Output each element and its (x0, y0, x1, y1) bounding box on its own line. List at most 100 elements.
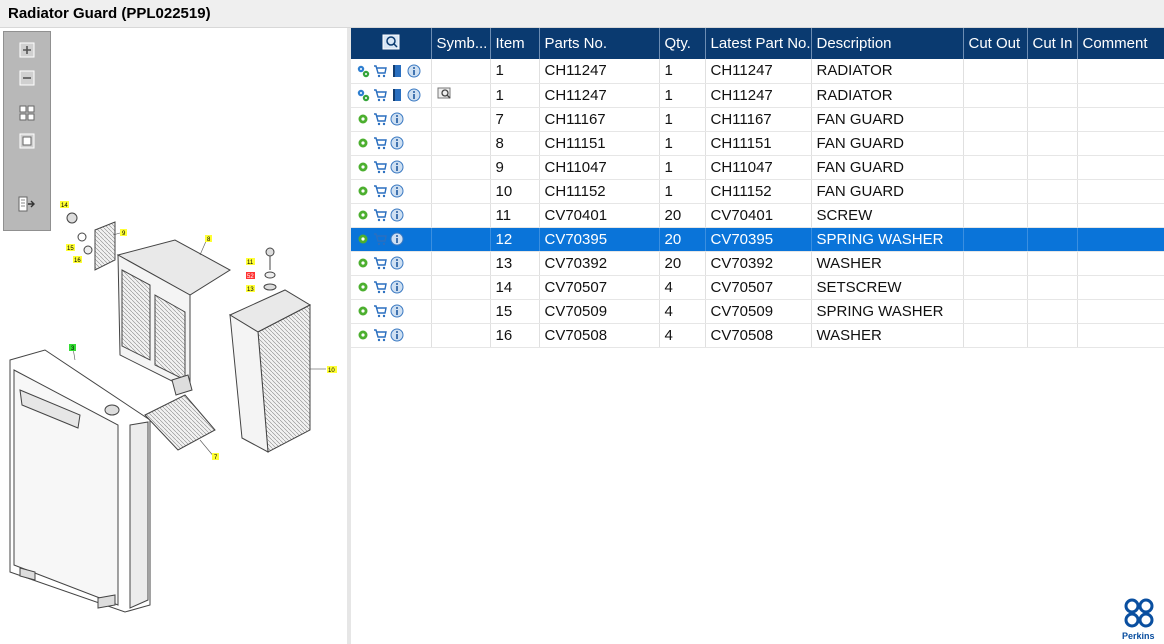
zoom-out-button[interactable] (17, 68, 37, 88)
column-header-parts-no[interactable]: Parts No. (539, 28, 660, 59)
zoom-in-button[interactable] (17, 40, 37, 60)
cut-out-cell (963, 59, 1028, 84)
cart-icon[interactable] (373, 232, 387, 246)
table-row[interactable]: 16 CV70508 4 CV70508 WASHER (351, 323, 1164, 348)
table-row[interactable]: 11 CV70401 20 CV70401 SCREW (351, 203, 1164, 228)
cart-icon[interactable] (373, 112, 387, 126)
callout-10[interactable]: 10 (327, 366, 337, 374)
callout-7[interactable]: 7 (212, 453, 219, 461)
cart-icon[interactable] (373, 64, 387, 78)
info-icon[interactable] (390, 184, 404, 198)
qty-cell: 20 (659, 251, 706, 276)
table-row[interactable]: 1 CH11247 1 CH11247 RADIATOR (351, 59, 1164, 84)
latest-part-no-cell: CV70392 (705, 251, 812, 276)
latest-part-no-cell: CH11247 (705, 83, 812, 108)
info-icon[interactable] (390, 232, 404, 246)
gears-icon[interactable] (356, 88, 370, 102)
info-icon[interactable] (390, 160, 404, 174)
column-header-description[interactable]: Description (811, 28, 964, 59)
info-icon[interactable] (407, 88, 421, 102)
cart-icon[interactable] (373, 136, 387, 150)
comment-cell (1077, 251, 1164, 276)
book-icon[interactable] (390, 88, 404, 102)
gear-icon[interactable] (356, 208, 370, 222)
gear-icon[interactable] (356, 328, 370, 342)
gear-icon[interactable] (356, 280, 370, 294)
row-actions (351, 107, 432, 132)
gear-icon[interactable] (356, 112, 370, 126)
cart-icon[interactable] (373, 88, 387, 102)
table-row[interactable]: 10 CH11152 1 CH11152 FAN GUARD (351, 179, 1164, 204)
callout-3[interactable]: 3 (69, 344, 76, 352)
latest-part-no-cell: CH11151 (705, 131, 812, 156)
gears-icon[interactable] (356, 64, 370, 78)
row-actions (351, 227, 432, 252)
gear-icon[interactable] (356, 136, 370, 150)
info-icon[interactable] (390, 208, 404, 222)
comment-cell (1077, 83, 1164, 108)
cut-out-cell (963, 83, 1028, 108)
symbol-cell[interactable] (431, 83, 491, 108)
parts-no-cell: CH11152 (539, 179, 660, 204)
column-header-symbol[interactable]: Symb... (431, 28, 491, 59)
gear-icon[interactable] (356, 232, 370, 246)
info-icon[interactable] (390, 256, 404, 270)
callout-9[interactable]: 9 (120, 229, 127, 237)
symbol-cell (431, 59, 491, 84)
callout-8[interactable]: 8 (205, 235, 212, 243)
cart-icon[interactable] (373, 208, 387, 222)
gear-icon[interactable] (356, 160, 370, 174)
qty-cell: 20 (659, 227, 706, 252)
column-header-cut-in[interactable]: Cut In (1027, 28, 1078, 59)
table-row[interactable]: 1 CH11247 1 CH11247 RADIATOR (351, 83, 1164, 108)
gear-icon[interactable] (356, 184, 370, 198)
info-icon[interactable] (390, 280, 404, 294)
cart-icon[interactable] (373, 256, 387, 270)
column-header-item[interactable]: Item (490, 28, 540, 59)
table-row[interactable]: 15 CV70509 4 CV70509 SPRING WASHER (351, 299, 1164, 324)
cart-icon[interactable] (373, 328, 387, 342)
info-icon[interactable] (390, 304, 404, 318)
info-icon[interactable] (390, 112, 404, 126)
callout-14[interactable]: 14 (60, 201, 69, 209)
callout-16[interactable]: 16 (73, 256, 82, 264)
callout-52[interactable]: 52 (246, 272, 255, 280)
table-row[interactable]: 14 CV70507 4 CV70507 SETSCREW (351, 275, 1164, 300)
qty-cell: 1 (659, 131, 706, 156)
table-row[interactable]: 12 CV70395 20 CV70395 SPRING WASHER (351, 227, 1164, 252)
latest-part-no-cell: CV70509 (705, 299, 812, 324)
callout-13[interactable]: 13 (246, 285, 255, 293)
symbol-cell (431, 227, 491, 252)
gear-icon[interactable] (356, 256, 370, 270)
fit-window-button[interactable] (17, 131, 37, 151)
info-icon[interactable] (390, 136, 404, 150)
column-header-cut-out[interactable]: Cut Out (963, 28, 1028, 59)
cart-icon[interactable] (373, 184, 387, 198)
cart-icon[interactable] (373, 304, 387, 318)
column-header-view[interactable] (351, 28, 432, 59)
column-header-latest-part-no[interactable]: Latest Part No. (705, 28, 812, 59)
callout-15[interactable]: 15 (66, 244, 75, 252)
callout-11[interactable]: 11 (246, 258, 255, 266)
info-icon[interactable] (390, 328, 404, 342)
parts-no-cell: CV70509 (539, 299, 660, 324)
latest-part-no-cell: CV70395 (705, 227, 812, 252)
column-header-qty[interactable]: Qty. (659, 28, 706, 59)
magnifier-image-icon[interactable] (437, 87, 453, 104)
parts-illustration[interactable]: 14 15 16 9 8 11 52 13 10 3 7 (0, 200, 345, 620)
view-icon (382, 34, 400, 49)
symbol-cell (431, 323, 491, 348)
description-cell: SCREW (811, 203, 964, 228)
book-icon[interactable] (390, 64, 404, 78)
table-row[interactable]: 9 CH11047 1 CH11047 FAN GUARD (351, 155, 1164, 180)
latest-part-no-cell: CV70507 (705, 275, 812, 300)
column-header-comment[interactable]: Comment (1077, 28, 1164, 59)
table-row[interactable]: 13 CV70392 20 CV70392 WASHER (351, 251, 1164, 276)
table-row[interactable]: 8 CH11151 1 CH11151 FAN GUARD (351, 131, 1164, 156)
table-row[interactable]: 7 CH11167 1 CH11167 FAN GUARD (351, 107, 1164, 132)
cart-icon[interactable] (373, 280, 387, 294)
gear-icon[interactable] (356, 304, 370, 318)
cart-icon[interactable] (373, 160, 387, 174)
fit-all-button[interactable] (17, 103, 37, 123)
info-icon[interactable] (407, 64, 421, 78)
